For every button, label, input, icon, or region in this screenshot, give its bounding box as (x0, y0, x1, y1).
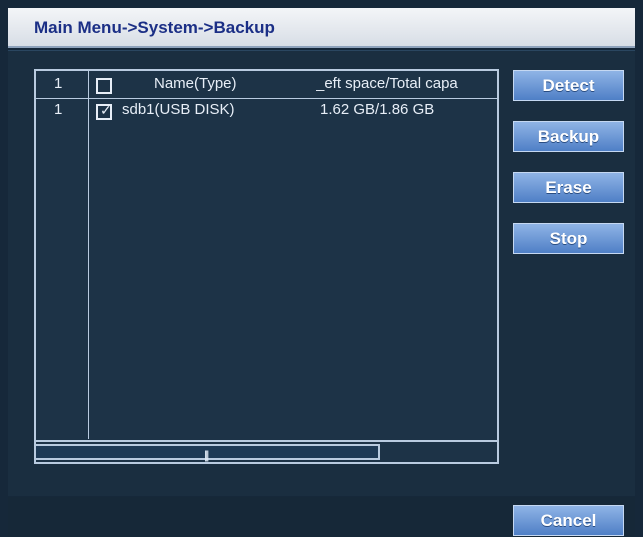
cancel-button[interactable]: Cancel (513, 505, 624, 536)
checkmark-icon: ✓ (100, 104, 112, 118)
page-title: Main Menu->System->Backup (34, 18, 275, 37)
table-header: 1 Name(Type) _eft space/Total capa (36, 75, 497, 97)
row-checkbox[interactable]: ✓ (96, 104, 112, 120)
header-space: _eft space/Total capa (316, 75, 458, 92)
select-all-checkbox[interactable] (96, 78, 112, 94)
device-table: 1 Name(Type) _eft space/Total capa 1 ✓ s… (34, 69, 499, 464)
erase-button[interactable]: Erase (513, 172, 624, 203)
detect-button[interactable]: Detect (513, 70, 624, 101)
header-index: 1 (54, 75, 63, 92)
stop-button[interactable]: Stop (513, 223, 624, 254)
scrollbar-thumb[interactable]: ||| (36, 444, 380, 462)
title-bar: Main Menu->System->Backup (8, 8, 635, 48)
table-row[interactable]: 1 ✓ sdb1(USB DISK) 1.62 GB/1.86 GB (36, 101, 497, 123)
header-divider (36, 98, 497, 99)
backup-button[interactable]: Backup (513, 121, 624, 152)
backup-window: Main Menu->System->Backup 1 Name(Type) _… (0, 0, 643, 537)
row-space: 1.62 GB/1.86 GB (320, 101, 435, 118)
header-name: Name(Type) (154, 75, 237, 92)
row-name: sdb1(USB DISK) (122, 101, 235, 118)
horizontal-scrollbar[interactable]: ||| (36, 440, 497, 462)
row-index: 1 (54, 101, 63, 118)
grip-icon: ||| (204, 448, 210, 462)
column-divider (88, 71, 89, 439)
